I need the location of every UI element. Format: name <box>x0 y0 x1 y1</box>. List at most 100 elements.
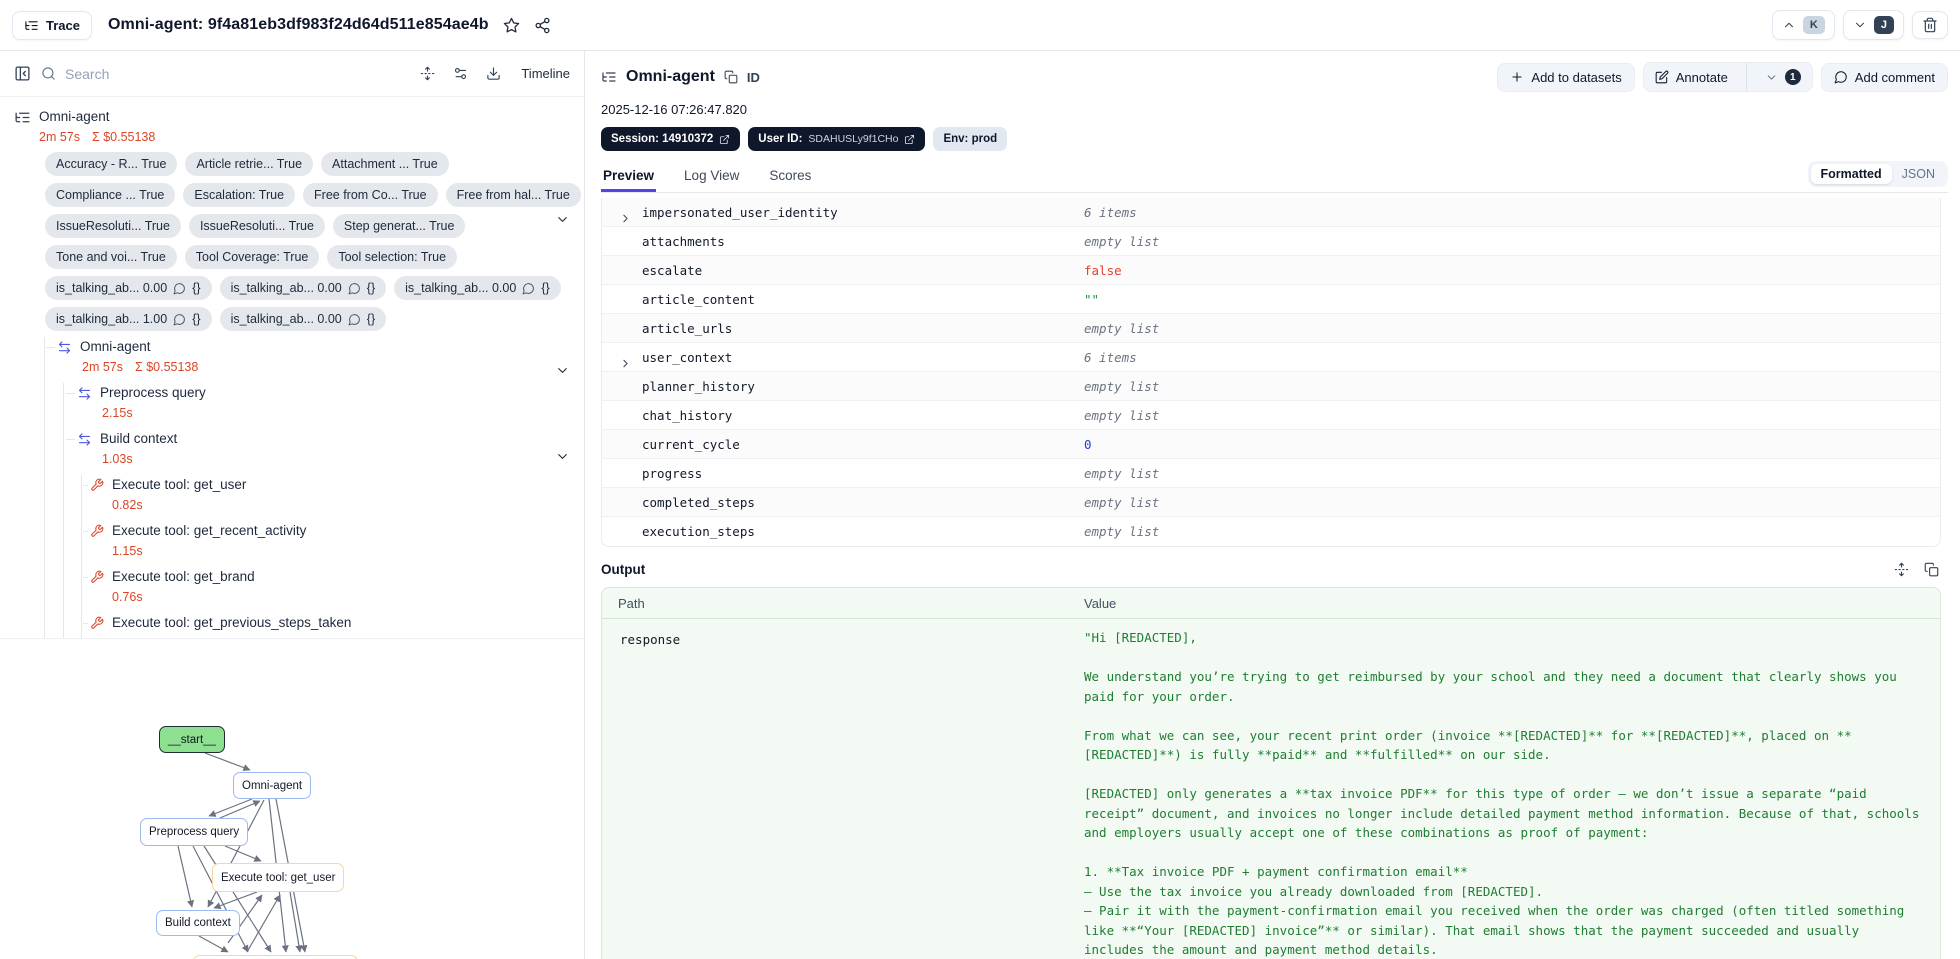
input-table: impersonated_user_identity 6 items attac… <box>601 198 1941 547</box>
tree-item-label: Execute tool: get_recent_activity <box>112 523 307 538</box>
chevron-up-icon <box>1784 22 1793 28</box>
score-badge[interactable]: IssueResoluti... True <box>188 214 325 238</box>
score-badge[interactable]: Free from Co... True <box>303 183 438 207</box>
graph-node-start[interactable]: __start__ <box>159 726 225 753</box>
row-value: empty list <box>1084 378 1160 394</box>
collapse-panel-icon[interactable] <box>14 65 31 82</box>
tree-item-build-context[interactable]: Build context <box>66 429 584 449</box>
tree-item-label: Omni-agent <box>80 339 151 354</box>
response-path: response <box>620 632 681 647</box>
arrow-left-right-icon <box>58 340 71 354</box>
share-icon[interactable] <box>534 17 551 34</box>
star-icon[interactable] <box>503 17 520 34</box>
output-heading: Output <box>601 562 646 577</box>
comment-icon <box>522 282 535 294</box>
table-row: progress empty list <box>602 459 1940 488</box>
tab-log-view[interactable]: Log View <box>682 162 741 192</box>
collapse-chevron-icon[interactable] <box>555 212 570 227</box>
row-value: empty list <box>1084 407 1160 423</box>
observation-title: Omni-agent <box>626 68 715 85</box>
chevron-down-icon <box>1855 22 1864 28</box>
output-table-header: Path Value <box>602 588 1940 619</box>
span-metrics: 1.15s <box>112 544 143 558</box>
graph-node-execute-tool-get-user[interactable]: Execute tool: get_user <box>212 863 345 892</box>
span-metrics: 0.82s <box>112 498 143 512</box>
search-input[interactable] <box>65 65 403 82</box>
score-badge[interactable]: Compliance ... True <box>45 183 176 207</box>
download-icon[interactable] <box>486 66 501 81</box>
prev-trace-button[interactable]: K <box>1771 10 1835 40</box>
table-row: completed_steps empty list <box>602 488 1940 517</box>
tree-item-agent-span[interactable]: Omni-agent <box>46 337 584 357</box>
path-column-header: Path <box>618 595 645 611</box>
env-badge: Env: prod <box>933 127 1008 151</box>
table-row[interactable]: impersonated_user_identity 6 items <box>602 198 1940 227</box>
score-badge[interactable]: IssueResoluti... True <box>45 214 181 238</box>
trace-tree-sidebar: Timeline Omni-agent 2m 57s Σ $0.55138 Ac… <box>0 51 585 959</box>
score-badge[interactable]: is_talking_ab... 0.00{} <box>219 307 387 331</box>
score-badge[interactable]: Tool selection: True <box>327 245 458 269</box>
delete-trace-button[interactable] <box>1912 11 1948 39</box>
tree-item-label: Execute tool: get_brand <box>112 569 255 584</box>
graph-node-omni-agent[interactable]: Omni-agent <box>233 772 312 799</box>
settings-sliders-icon[interactable] <box>453 66 468 81</box>
score-badge[interactable]: is_talking_ab... 0.00{} <box>45 276 212 300</box>
score-badge[interactable]: Free from hal... True <box>445 183 581 207</box>
tree-item-root[interactable]: Omni-agent <box>14 107 584 127</box>
tree-item-tool-get-brand[interactable]: Execute tool: get_brand <box>83 567 584 587</box>
format-json-option[interactable]: JSON <box>1892 164 1945 184</box>
copy-id-button[interactable] <box>724 70 738 84</box>
copy-output-icon[interactable] <box>1924 562 1939 577</box>
row-value: 0 <box>1084 436 1092 452</box>
score-badge[interactable]: is_talking_ab... 0.00{} <box>219 276 387 300</box>
pen-square-icon <box>1655 70 1669 84</box>
collapse-chevron-icon[interactable] <box>555 449 570 464</box>
graph-node-preprocess-query[interactable]: Preprocess query <box>140 818 249 846</box>
score-badge[interactable]: Tone and voi... True <box>45 245 177 269</box>
score-badge[interactable]: Article retrie... True <box>185 152 314 176</box>
annotate-dropdown-button[interactable]: 1 <box>1754 63 1812 91</box>
row-value: 6 items <box>1084 204 1137 220</box>
tree-item-tool-get-user[interactable]: Execute tool: get_user <box>83 475 584 495</box>
comment-icon <box>173 313 186 325</box>
timeline-toggle[interactable]: Timeline <box>521 66 570 81</box>
id-label[interactable]: ID <box>747 70 760 85</box>
collapse-chevron-icon[interactable] <box>555 363 570 378</box>
list-tree-icon <box>602 72 616 82</box>
format-formatted-option[interactable]: Formatted <box>1810 164 1892 184</box>
user-id-badge[interactable]: User ID: SDAHUSLy9f1CHo <box>748 127 926 151</box>
score-badge[interactable]: Attachment ... True <box>321 152 449 176</box>
next-trace-button[interactable]: J <box>1842 10 1904 40</box>
list-tree-icon <box>15 112 30 122</box>
graph-node-cutoff[interactable] <box>193 955 358 959</box>
add-comment-button[interactable]: Add comment <box>1820 62 1948 92</box>
expand-chevron-icon[interactable] <box>619 357 632 370</box>
annotate-button-group: Annotate 1 <box>1642 62 1813 92</box>
score-badge[interactable]: Escalation: True <box>183 183 296 207</box>
arrow-left-right-icon <box>78 432 91 446</box>
score-badge[interactable]: Accuracy - R... True <box>45 152 178 176</box>
graph-node-build-context[interactable]: Build context <box>156 910 240 936</box>
add-to-datasets-button[interactable]: Add to datasets <box>1497 62 1635 92</box>
unfold-all-icon[interactable] <box>420 66 435 81</box>
tab-scores[interactable]: Scores <box>767 162 813 192</box>
unfold-vertical-icon[interactable] <box>1894 562 1909 577</box>
message-circle-icon <box>1834 71 1847 84</box>
score-badge[interactable]: Step generat... True <box>332 214 466 238</box>
score-badge[interactable]: is_talking_ab... 1.00{} <box>45 307 212 331</box>
tree-item-preprocess-query[interactable]: Preprocess query <box>66 383 584 403</box>
score-badge[interactable]: is_talking_ab... 0.00{} <box>394 276 561 300</box>
tab-preview[interactable]: Preview <box>601 162 657 192</box>
session-badge[interactable]: Session: 14910372 <box>601 127 741 151</box>
annotate-button[interactable]: Annotate <box>1644 64 1739 91</box>
row-value: empty list <box>1084 233 1160 249</box>
score-badge[interactable]: Tool Coverage: True <box>184 245 320 269</box>
tree-item-tool-get-previous-steps-taken[interactable]: Execute tool: get_previous_steps_taken <box>83 613 584 633</box>
tree-item-tool-get-recent-activity[interactable]: Execute tool: get_recent_activity <box>83 521 584 541</box>
agent-graph: __start__ Omni-agent Preprocess query Ex… <box>0 639 584 959</box>
expand-chevron-icon[interactable] <box>619 212 632 225</box>
wrench-icon <box>91 524 104 537</box>
top-bar: Trace Omni-agent: 9f4a81eb3df983f24d64d5… <box>0 0 1960 51</box>
row-value: empty list <box>1084 494 1160 510</box>
table-row[interactable]: user_context 6 items <box>602 343 1940 372</box>
